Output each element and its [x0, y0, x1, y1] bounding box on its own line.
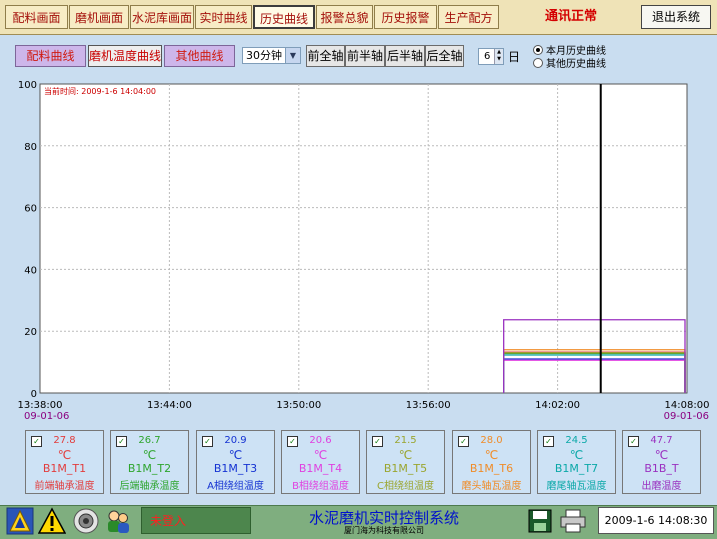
sensor-value: 47.7 [650, 435, 673, 446]
tab-history-alarm[interactable]: 历史报警 [374, 5, 437, 29]
sensor-card: ✓ 24.5 ℃ B1M_T7 磨尾轴瓦温度 [537, 430, 616, 494]
chevron-down-icon[interactable]: ▼ [285, 48, 300, 63]
x-tick-label: 13:44:00 [147, 400, 192, 411]
back-full-axis-button[interactable]: 后全轴 [425, 45, 464, 67]
y-tick-label: 40 [24, 265, 37, 276]
sensor-value: 27.8 [53, 435, 76, 446]
sensor-card: ✓ 21.5 ℃ B1M_T5 C相绕组温度 [366, 430, 445, 494]
sensor-label: B相绕组温度 [292, 481, 349, 492]
plot-area [39, 83, 688, 394]
days-value: 6 [484, 51, 491, 62]
chart-svg: 100 80 60 40 20 013:38:00 13:44:00 13:50:00 13:5… [18, 80, 710, 422]
other-curve-button[interactable]: 其他曲线 [164, 45, 235, 67]
home-icon[interactable] [6, 507, 34, 535]
history-chart: 100 80 60 40 20 0 13:38:00 13:44:00 13:50:00 13:5… [0, 74, 717, 430]
front-half-axis-button[interactable]: 前半轴 [345, 45, 385, 67]
sensor-value: 28.0 [480, 435, 503, 446]
sensor-label: C相绕组温度 [377, 481, 434, 492]
save-icon[interactable] [528, 509, 552, 533]
batching-curve-button[interactable]: 配料曲线 [15, 45, 86, 67]
sensor-label: 出磨温度 [641, 481, 682, 492]
comm-status: 通讯正常 [545, 9, 598, 24]
sensor-tag: B1M_T4 [298, 462, 343, 475]
login-status[interactable]: 未登入 [141, 507, 251, 534]
days-unit-label: 日 [508, 50, 521, 64]
tab-production-recipe[interactable]: 生产配方 [438, 5, 499, 29]
x-tick-label: 13:56:00 [406, 400, 451, 411]
sensor-value: 26.7 [138, 435, 161, 446]
sensor-value: 20.6 [309, 435, 332, 446]
sensor-card: ✓ 28.0 ℃ B1M_T6 磨头轴瓦温度 [452, 430, 531, 494]
tab-cement-silo[interactable]: 水泥库画面 [130, 5, 194, 29]
y-tick-label: 80 [24, 142, 37, 153]
sensor-card: ✓ 20.6 ℃ B1M_T4 B相绕组温度 [281, 430, 360, 494]
sensor-label: A相绕组温度 [207, 481, 264, 492]
y-tick-label: 20 [24, 327, 37, 338]
days-spinner[interactable]: 6 ▲ ▼ [478, 48, 504, 65]
datetime-display: 2009-1-6 14:08:30 [598, 507, 714, 534]
tab-history-curve[interactable]: 历史曲线 [253, 5, 315, 29]
x-tick-label: 14:02:00 [535, 400, 580, 411]
x-tick-label: 13:38:00 [18, 400, 63, 411]
sensor-unit: ℃ [484, 448, 499, 462]
sensor-unit: ℃ [228, 448, 243, 462]
top-nav-bar: 配料画面 磨机画面 水泥库画面 实时曲线 历史曲线 报警总貌 历史报警 生产配方… [0, 0, 717, 35]
front-full-axis-button[interactable]: 前全轴 [306, 45, 345, 67]
back-half-axis-button[interactable]: 后半轴 [385, 45, 425, 67]
sensor-tag: B1M_T6 [469, 462, 514, 475]
start-date-label: 09-01-06 [24, 411, 69, 422]
y-tick-label: 0 [31, 389, 37, 400]
radio-dot-selected-icon[interactable] [533, 45, 543, 55]
spinner-arrows-icon[interactable]: ▲ ▼ [494, 49, 503, 64]
radio-this-month-label: 本月历史曲线 [546, 46, 606, 57]
exit-button[interactable]: 退出系统 [641, 5, 711, 29]
tab-batching[interactable]: 配料画面 [5, 5, 68, 29]
radio-dot-icon[interactable] [533, 58, 543, 68]
sensor-card: ✓ 20.9 ℃ B1M_T3 A相绕组温度 [196, 430, 275, 494]
warning-icon[interactable] [38, 507, 66, 535]
y-tick-label: 100 [18, 80, 37, 91]
sensor-tag: B1M_T2 [127, 462, 172, 475]
sensor-unit: ℃ [313, 448, 328, 462]
sensor-unit: ℃ [569, 448, 584, 462]
interval-value: 30分钟 [246, 49, 282, 62]
sensor-tag: B1B_T [644, 462, 679, 475]
sensor-value: 24.5 [565, 435, 588, 446]
tab-mill[interactable]: 磨机画面 [69, 5, 129, 29]
users-icon[interactable] [104, 507, 132, 535]
sensor-unit: ℃ [654, 448, 669, 462]
mill-temp-curve-button[interactable]: 磨机温度曲线 [88, 45, 162, 67]
sensor-unit: ℃ [57, 448, 72, 462]
interval-select[interactable]: 30分钟 ▼ [242, 47, 301, 64]
tab-realtime-curve[interactable]: 实时曲线 [195, 5, 252, 29]
radio-this-month[interactable]: 本月历史曲线 [533, 45, 606, 57]
current-time-label: 当前时间: 2009-1-6 14:04:00 [44, 86, 156, 96]
end-date-label: 09-01-06 [664, 411, 709, 422]
sensor-card: ✓ 26.7 ℃ B1M_T2 后端轴承温度 [110, 430, 189, 494]
sensor-label: 前端轴承温度 [34, 481, 95, 492]
y-tick-label: 60 [24, 204, 37, 215]
sensor-unit: ℃ [142, 448, 157, 462]
sensor-card: ✓ 27.8 ℃ B1M_T1 前端轴承温度 [25, 430, 104, 494]
sensor-tag: B1M_T5 [383, 462, 428, 475]
sensor-label: 磨尾轴瓦温度 [546, 481, 607, 492]
radio-other-label: 其他历史曲线 [546, 59, 606, 70]
sensor-value: 20.9 [224, 435, 247, 446]
sensor-card: ✓ 47.7 ℃ B1B_T 出磨温度 [622, 430, 701, 494]
speaker-icon[interactable] [72, 507, 100, 535]
x-tick-label: 13:50:00 [276, 400, 321, 411]
sensor-tag: B1M_T7 [554, 462, 599, 475]
sensor-label: 磨头轴瓦温度 [461, 481, 522, 492]
sensor-label: 后端轴承温度 [119, 481, 180, 492]
sensor-unit: ℃ [398, 448, 413, 462]
radio-other[interactable]: 其他历史曲线 [533, 58, 606, 70]
sensor-tag: B1M_T1 [42, 462, 87, 475]
tab-alarm-overview[interactable]: 报警总貌 [316, 5, 373, 29]
print-icon[interactable] [560, 509, 586, 533]
x-tick-label: 14:08:00 [665, 400, 710, 411]
sensor-value: 21.5 [394, 435, 417, 446]
sensor-tag: B1M_T3 [213, 462, 258, 475]
company-name: 厦门海为科技有限公司 [344, 526, 424, 535]
